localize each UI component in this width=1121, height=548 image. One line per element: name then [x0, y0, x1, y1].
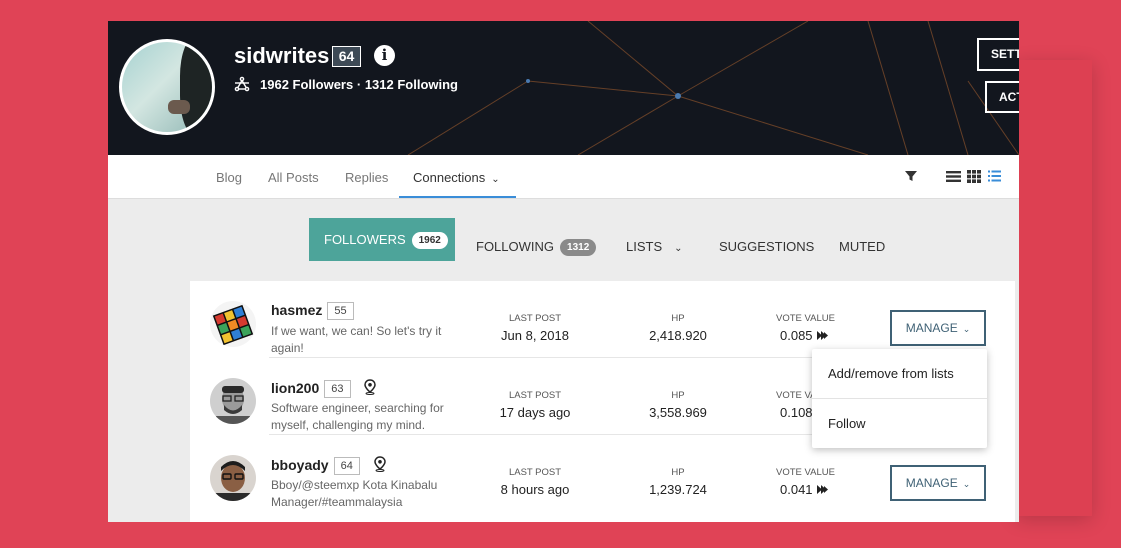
subtab-followers-label: FOLLOWERS	[324, 232, 406, 247]
tab-blog[interactable]: Blog	[216, 170, 242, 185]
menu-item-follow[interactable]: Follow	[828, 416, 866, 431]
subtab-followers[interactable]: FOLLOWERS 1962	[309, 218, 455, 261]
subtab-following-label: FOLLOWING	[476, 239, 555, 254]
menu-divider	[812, 398, 987, 399]
user-bio: If we want, we can! So let's try it agai…	[271, 324, 442, 355]
vote-value-amount: 0.085	[780, 328, 813, 343]
subtab-muted[interactable]: MUTED	[839, 239, 885, 254]
username-link[interactable]: lion200	[271, 380, 319, 396]
portrait-avatar	[210, 455, 256, 501]
followers-count[interactable]: 1962 Followers	[260, 77, 353, 92]
info-icon[interactable]: i	[374, 45, 395, 66]
activity-button[interactable]: ACT	[985, 81, 1019, 113]
follower-row: hasmez 55 If we want, we can! So let's tr…	[190, 281, 1015, 358]
location-pin-icon	[364, 379, 377, 395]
reputation-badge: 63	[324, 380, 351, 398]
last-post-label: LAST POST	[508, 467, 562, 478]
vote-value: 0.041	[780, 482, 829, 497]
profile-header: sidwrites 64 i 1962 Followers · 1312 Fol…	[108, 21, 1019, 155]
manage-button-label: MANAGE	[905, 321, 958, 335]
hp-label: HP	[671, 313, 685, 324]
last-post-value: Jun 8, 2018	[501, 328, 569, 343]
vote-value-label: VOTE VALUE	[776, 467, 835, 478]
tab-connections-label: Connections	[413, 170, 486, 185]
hp-label: HP	[671, 467, 685, 478]
subtab-following[interactable]: FOLLOWING 1312	[476, 239, 597, 257]
vote-value-amount: 0.041	[780, 482, 813, 497]
active-tab-indicator	[399, 196, 516, 198]
following-count[interactable]: 1312 Following	[365, 77, 458, 92]
user-name-line: hasmez 55	[271, 302, 354, 320]
user-avatar[interactable]	[210, 378, 256, 424]
network-icon	[234, 76, 250, 92]
last-post-value: 8 hours ago	[500, 482, 570, 497]
tab-replies[interactable]: Replies	[345, 170, 388, 185]
chevron-down-icon: ⌄	[674, 243, 683, 254]
vote-value: 0.108	[780, 405, 813, 420]
manage-button[interactable]: MANAGE ⌄	[890, 465, 986, 501]
detail-list-view-icon[interactable]	[988, 170, 1001, 182]
settings-button[interactable]: SETT	[977, 38, 1019, 71]
user-bio: Bboy/@steemxp Kota Kinabalu Manager/#tea…	[271, 478, 438, 509]
filter-icon[interactable]	[904, 169, 918, 183]
count-separator: ·	[356, 76, 362, 92]
list-view-icon[interactable]	[946, 170, 961, 183]
username-link[interactable]: bboyady	[271, 457, 329, 473]
portrait-avatar	[210, 378, 256, 424]
user-name-line: lion200 63	[271, 379, 377, 398]
user-avatar[interactable]	[210, 301, 256, 347]
last-post-value: 17 days ago	[499, 405, 571, 420]
background-card	[1016, 60, 1092, 516]
menu-item-add-remove-lists[interactable]: Add/remove from lists	[828, 366, 954, 381]
subtab-lists[interactable]: LISTS ⌄	[626, 239, 683, 254]
username-link[interactable]: hasmez	[271, 302, 322, 318]
subtab-suggestions[interactable]: SUGGESTIONS	[719, 239, 814, 254]
subtab-lists-label: LISTS	[626, 239, 663, 254]
hp-value: 3,558.969	[649, 405, 707, 420]
hp-value: 1,239.724	[649, 482, 707, 497]
chevron-down-icon: ⌄	[491, 174, 500, 185]
last-post-label: LAST POST	[508, 390, 562, 401]
hp-label: HP	[671, 390, 685, 401]
tab-all-posts[interactable]: All Posts	[268, 170, 319, 185]
follow-counts: 1962 Followers · 1312 Following	[234, 76, 458, 92]
rubiks-cube-avatar	[210, 301, 256, 347]
profile-tabs: Blog All Posts Replies Connections ⌄	[108, 155, 1019, 199]
manage-button[interactable]: MANAGE ⌄	[890, 310, 986, 346]
manage-dropdown-menu: Add/remove from lists Follow	[812, 349, 987, 448]
last-post-label: LAST POST	[508, 313, 562, 324]
reputation-badge: 64	[332, 46, 361, 67]
steem-icon	[817, 331, 829, 340]
vote-value-label: VOTE VALUE	[776, 313, 835, 324]
user-name-line: bboyady 64	[271, 456, 387, 475]
hp-value: 2,418.920	[649, 328, 707, 343]
tab-connections[interactable]: Connections ⌄	[413, 170, 500, 185]
reputation-badge: 55	[327, 302, 354, 320]
manage-button-label: MANAGE	[905, 476, 958, 490]
user-bio: Software engineer, searching for myself,…	[271, 401, 444, 432]
vote-value: 0.085	[780, 328, 829, 343]
chevron-down-icon: ⌄	[962, 479, 971, 489]
following-count-pill: 1312	[560, 239, 597, 257]
reputation-badge: 64	[333, 457, 360, 475]
user-avatar[interactable]	[210, 455, 256, 501]
chevron-down-icon: ⌄	[962, 324, 971, 334]
grid-view-icon[interactable]	[967, 170, 981, 183]
profile-username: sidwrites	[234, 43, 330, 68]
profile-avatar[interactable]	[119, 39, 215, 135]
steem-icon	[817, 485, 829, 494]
followers-count-pill: 1962	[411, 232, 448, 250]
location-pin-icon	[373, 456, 386, 472]
